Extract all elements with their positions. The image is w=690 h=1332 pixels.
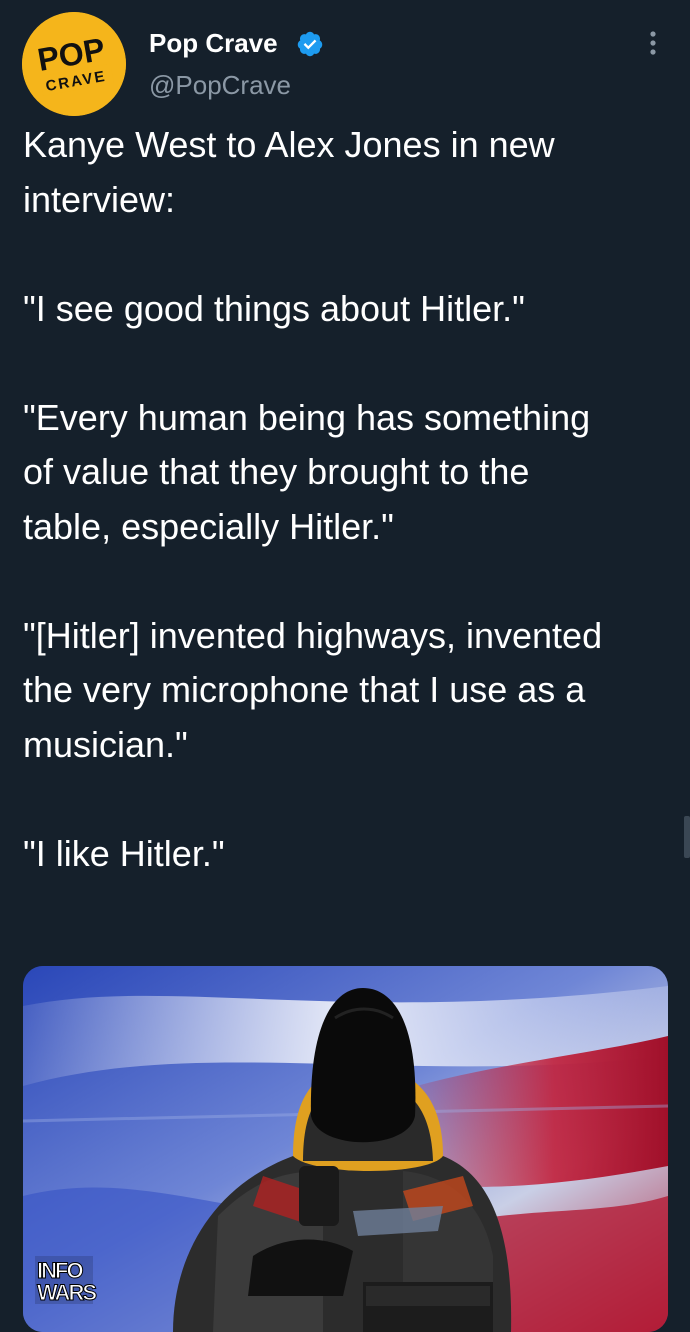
more-options-icon[interactable] [644,28,662,58]
interview-photo: INFO WARS [23,966,668,1332]
avatar[interactable]: POP CRAVE [22,12,126,116]
tweet: POP CRAVE Pop Crave @PopCrave Kanye West… [0,0,690,1332]
tweet-quote-4: "I like Hitler." [23,832,225,874]
scrollbar[interactable] [684,816,690,858]
tweet-quote-3: "[Hitler] invented highways, invented th… [23,614,613,765]
tweet-intro: Kanye West to Alex Jones in new intervie… [23,124,565,220]
watermark-line-2: WARS [37,1280,96,1305]
tweet-quote-2: "Every human being has something of valu… [23,396,601,547]
infowars-watermark: INFO WARS [35,1256,99,1306]
pop-crave-logo: POP CRAVE [22,12,126,116]
display-name[interactable]: Pop Crave [149,28,278,58]
handle[interactable]: @PopCrave [149,70,291,100]
tweet-text: Kanye West to Alex Jones in new intervie… [23,118,673,881]
tweet-quote-1: "I see good things about Hitler." [23,287,525,329]
tweet-media-image[interactable]: INFO WARS [23,966,668,1332]
verified-badge-icon [297,31,323,57]
